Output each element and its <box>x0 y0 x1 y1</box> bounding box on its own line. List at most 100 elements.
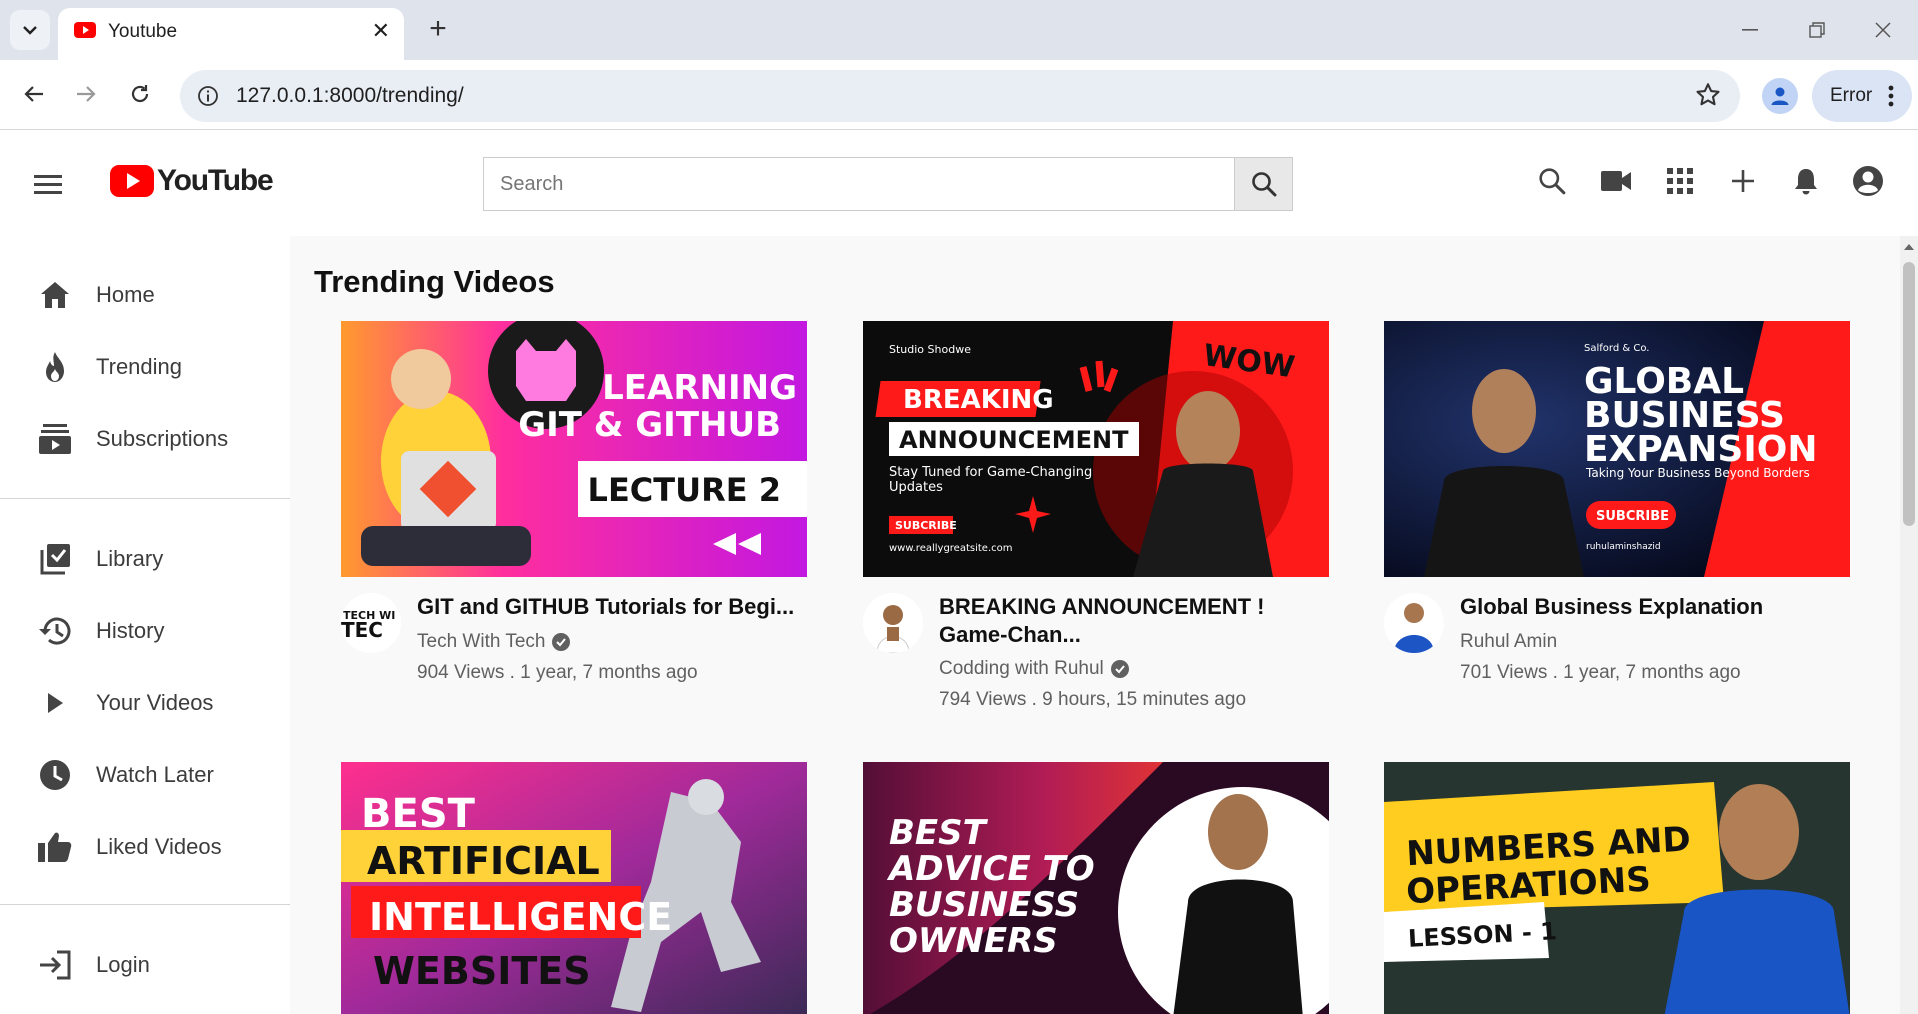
sidebar-item-label: Trending <box>96 354 183 379</box>
youtube-play-logo-icon <box>110 165 154 197</box>
thumb-line: EXPANSION <box>1584 429 1817 470</box>
home-icon <box>38 278 72 312</box>
sidebar-item-history[interactable]: History <box>0 600 290 662</box>
account-circle-icon <box>1853 166 1883 196</box>
video-title[interactable]: Global Business Explanation <box>1460 593 1850 621</box>
video-thumbnail[interactable]: Salford & Co. GLOBAL BUSINESS EXPANSION … <box>1384 321 1850 577</box>
new-tab-button[interactable]: + <box>420 12 456 48</box>
back-button[interactable] <box>14 74 54 114</box>
thumb-line: GIT & GITHUB <box>518 405 781 445</box>
logo-text: YouTube <box>157 164 274 197</box>
thumb-line: BEST <box>889 813 989 853</box>
forward-button[interactable] <box>66 74 106 114</box>
library-icon <box>38 542 72 576</box>
close-icon <box>1875 22 1891 38</box>
scrollbar-thumb[interactable] <box>1903 262 1915 526</box>
more-vertical-icon <box>1888 85 1894 107</box>
apps-button[interactable] <box>1660 161 1700 201</box>
menu-button[interactable] <box>34 171 68 197</box>
video-meta: 701 Views . 1 year, 7 months ago <box>1460 662 1741 683</box>
video-title[interactable]: BREAKING ANNOUNCEMENT ! Game-Chan... <box>939 593 1329 649</box>
channel-name-text: Ruhul Amin <box>1460 631 1558 652</box>
sidebar-item-label: Login <box>96 952 150 977</box>
url-text[interactable]: 127.0.0.1:8000/trending/ <box>236 84 464 108</box>
video-title[interactable]: GIT and GITHUB Tutorials for Begi... <box>417 593 807 621</box>
scroll-up-arrow-icon[interactable] <box>1904 244 1914 250</box>
restore-icon <box>1809 22 1825 38</box>
channel-name-text: Codding with Ruhul <box>939 658 1104 679</box>
thumb-line: Studio Shodwe <box>889 343 971 356</box>
video-thumbnail[interactable]: NUMBERS AND OPERATIONS LESSON - 1 <box>1384 762 1850 1014</box>
window-close-button[interactable] <box>1863 10 1903 50</box>
site-info-icon[interactable] <box>194 82 222 110</box>
search-icon <box>1539 168 1566 195</box>
channel-name[interactable]: Tech With Tech <box>417 631 571 653</box>
thumb-line: ADVICE TO <box>886 849 1095 889</box>
video-camera-icon <box>1601 171 1631 191</box>
bookmark-star-icon[interactable] <box>1694 81 1722 114</box>
create-video-button[interactable] <box>1596 161 1636 201</box>
search-button[interactable] <box>1234 158 1292 210</box>
subscriptions-icon <box>38 422 72 456</box>
search-box <box>483 157 1293 211</box>
video-thumbnail[interactable]: BEST ARTIFICIAL INTELLIGENCE WEBSITES <box>341 762 807 1014</box>
thumb-line: ANNOUNCEMENT <box>899 426 1129 454</box>
thumb-line: BUSINESS <box>889 885 1079 925</box>
tab-search-button[interactable] <box>10 10 50 50</box>
channel-avatar[interactable] <box>863 593 923 653</box>
thumb-line: SUBCRIBE <box>1596 509 1669 524</box>
thumb-line: SUBCRIBE <box>895 519 957 532</box>
apps-grid-icon <box>1667 168 1693 194</box>
youtube-logo[interactable]: YouTube <box>110 164 274 198</box>
person-icon <box>1771 87 1789 105</box>
browser-tab-bar: Youtube ✕ + <box>0 0 1918 60</box>
channel-name[interactable]: Codding with Ruhul <box>939 658 1129 680</box>
sidebar-item-subscriptions[interactable]: Subscriptions <box>0 408 290 470</box>
sidebar-item-watch-later[interactable]: Watch Later <box>0 744 290 806</box>
video-thumbnail[interactable]: BEST ADVICE TO BUSINESS OWNERS <box>863 762 1329 1014</box>
video-thumbnail[interactable]: Studio Shodwe BREAKING ANNOUNCEMENT Stay… <box>863 321 1329 577</box>
add-button[interactable] <box>1723 161 1763 201</box>
arrow-right-icon <box>77 86 96 102</box>
profile-error-button[interactable]: Error <box>1812 70 1912 122</box>
browser-tab[interactable]: Youtube ✕ <box>58 8 404 60</box>
account-button[interactable] <box>1848 161 1888 201</box>
arrow-left-icon <box>24 86 43 102</box>
thumb-line: www.reallygreatsite.com <box>889 543 1012 554</box>
thumb-line: LECTURE 2 <box>588 471 781 509</box>
sidebar-item-liked-videos[interactable]: Liked Videos <box>0 816 290 878</box>
hamburger-icon <box>34 175 62 178</box>
clock-icon <box>38 758 72 792</box>
sidebar-item-label: History <box>96 618 165 643</box>
notifications-button[interactable] <box>1786 161 1826 201</box>
svg-text:TEC: TEC <box>341 618 383 642</box>
sidebar-item-your-videos[interactable]: Your Videos <box>0 672 290 734</box>
sidebar-item-library[interactable]: Library <box>0 528 290 590</box>
sidebar-item-trending[interactable]: Trending <box>0 336 290 398</box>
thumb-line: Updates <box>889 480 943 495</box>
window-minimize-button[interactable] <box>1730 10 1770 50</box>
page-scrollbar[interactable] <box>1900 236 1918 1014</box>
play-icon <box>38 686 72 720</box>
window-restore-button[interactable] <box>1797 10 1837 50</box>
channel-avatar[interactable] <box>1384 593 1444 653</box>
address-bar[interactable]: 127.0.0.1:8000/trending/ <box>180 70 1740 122</box>
thumb-line: BEST <box>361 791 476 837</box>
sidebar-divider <box>0 498 290 499</box>
thumb-line: WEBSITES <box>373 949 591 993</box>
reload-button[interactable] <box>120 74 160 114</box>
error-label: Error <box>1830 85 1873 106</box>
channel-name[interactable]: Ruhul Amin <box>1460 631 1557 653</box>
plus-icon <box>1732 170 1754 192</box>
sidebar-item-label: Watch Later <box>96 762 214 787</box>
browser-profile-button[interactable] <box>1762 78 1798 114</box>
video-thumbnail[interactable]: LEARNING GIT & GITHUB LECTURE 2 <box>341 321 807 577</box>
thumb-line: LEARNING <box>602 368 797 408</box>
header-search-button[interactable] <box>1532 161 1572 201</box>
page-title: Trending Videos <box>314 264 555 299</box>
tab-close-button[interactable]: ✕ <box>372 18 390 44</box>
channel-avatar[interactable]: TECH WI TEC <box>341 593 401 653</box>
sidebar-item-login[interactable]: Login <box>0 934 290 996</box>
search-input[interactable] <box>484 158 1234 210</box>
sidebar-item-home[interactable]: Home <box>0 264 290 326</box>
